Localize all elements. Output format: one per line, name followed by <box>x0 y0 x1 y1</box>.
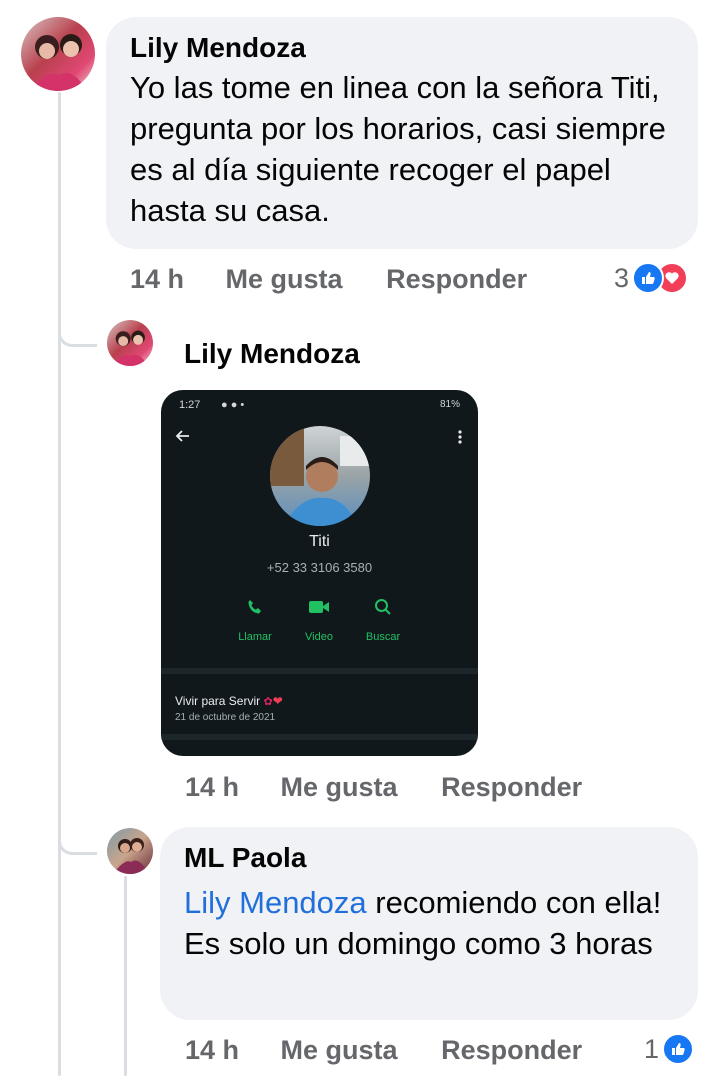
video-label: Video <box>305 631 333 643</box>
comment-author[interactable]: ML Paola <box>184 841 674 875</box>
reply-button[interactable]: Responder <box>441 1035 582 1066</box>
thread-connector-reply2 <box>58 818 97 855</box>
more-vert-icon[interactable] <box>458 430 462 449</box>
reaction-summary[interactable]: 3 <box>614 262 689 294</box>
phone-icon <box>231 598 279 621</box>
thread-connector-reply1 <box>58 310 97 347</box>
comment-text: Lily Mendoza recomiendo con ella! Es sol… <box>184 882 674 964</box>
reply-button[interactable]: Responder <box>386 264 527 295</box>
call-action[interactable]: Llamar <box>231 598 279 643</box>
reaction-count: 1 <box>644 1033 660 1064</box>
like-button[interactable]: Me gusta <box>226 264 343 295</box>
comment-time[interactable]: 14 h <box>185 1035 239 1066</box>
comment-actions: 14 h Me gusta Responder <box>185 1035 582 1066</box>
thread-line-main <box>58 92 61 1076</box>
call-label: Llamar <box>238 631 272 643</box>
about-text-value: Vivir para Servir <box>175 694 261 708</box>
search-icon <box>359 598 407 621</box>
avatar[interactable] <box>107 320 153 366</box>
attachment-image[interactable]: 1:27 ● ● • 81% Titi +52 33 3106 3580 Lla… <box>161 390 478 756</box>
rose-icon: ✿ <box>263 696 273 708</box>
contact-name: Titi <box>309 533 330 550</box>
back-arrow-icon[interactable] <box>175 428 191 449</box>
reaction-summary[interactable]: 1 <box>644 1033 695 1065</box>
like-icon <box>632 262 665 294</box>
comment-time[interactable]: 14 h <box>130 264 184 295</box>
comment-actions: 14 h Me gusta Responder <box>130 264 527 295</box>
avatar[interactable] <box>21 17 95 91</box>
comment-actions: 14 h Me gusta Responder <box>185 772 582 803</box>
search-label: Buscar <box>365 631 401 643</box>
comment-bubble: Lily Mendoza Yo las tome en linea con la… <box>106 17 698 249</box>
like-icon <box>662 1033 695 1065</box>
like-button[interactable]: Me gusta <box>281 772 398 803</box>
video-action[interactable]: Video <box>295 598 343 643</box>
about-text: Vivir para Servir ✿❤ <box>175 694 283 708</box>
heart-icon: ❤ <box>272 694 283 708</box>
comment-text: Yo las tome en linea con la señora Titi,… <box>130 70 666 228</box>
reaction-count: 3 <box>614 262 630 293</box>
thread-line-reply <box>124 876 127 1076</box>
phone-status-time: 1:27 <box>179 399 201 411</box>
avatar[interactable] <box>107 828 153 874</box>
contact-phone: +52 33 3106 3580 <box>266 560 373 575</box>
reply-button[interactable]: Responder <box>441 772 582 803</box>
comment-time[interactable]: 14 h <box>185 772 239 803</box>
contact-photo[interactable] <box>270 426 370 526</box>
divider <box>161 734 478 740</box>
comment-author[interactable]: Lily Mendoza <box>184 337 360 371</box>
phone-status-icons: ● ● • <box>221 399 245 411</box>
mention-link[interactable]: Lily Mendoza <box>184 885 367 920</box>
search-action[interactable]: Buscar <box>359 598 407 643</box>
divider <box>161 668 478 674</box>
about-date: 21 de octubre de 2021 <box>175 712 276 723</box>
like-button[interactable]: Me gusta <box>281 1035 398 1066</box>
comment-bubble: ML Paola Lily Mendoza recomiendo con ell… <box>160 827 698 1020</box>
video-icon <box>295 598 343 621</box>
phone-status-battery: 81% <box>439 399 460 410</box>
comment-author[interactable]: Lily Mendoza <box>130 31 674 65</box>
